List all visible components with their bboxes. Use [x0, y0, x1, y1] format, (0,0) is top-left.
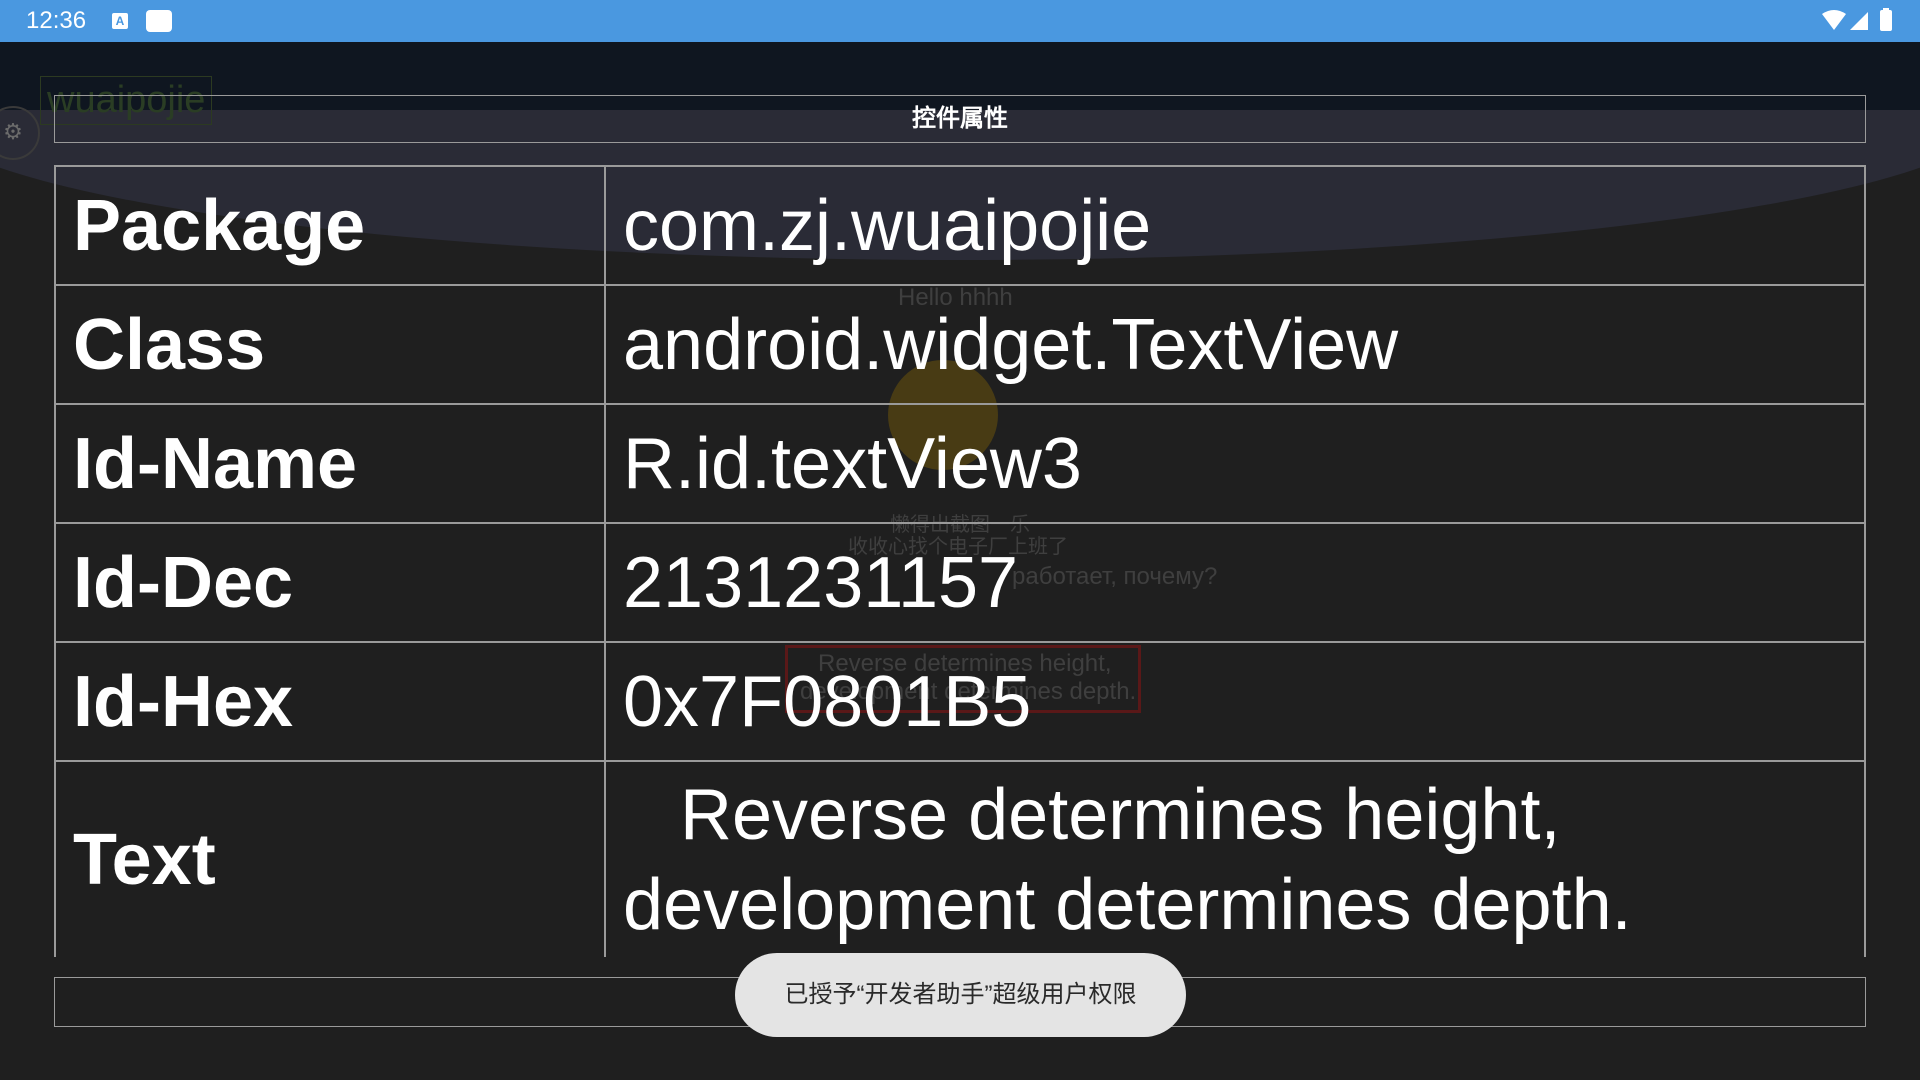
square-icon — [146, 10, 172, 32]
property-value: 2131231157 — [604, 522, 1866, 643]
property-value: com.zj.wuaipojie — [604, 165, 1866, 286]
table-row: Id-Hex 0x7F0801B5 — [54, 641, 1866, 762]
system-icons — [1820, 8, 1898, 34]
property-value: 0x7F0801B5 — [604, 641, 1866, 762]
a-box-icon: A — [112, 13, 128, 29]
signal-icon — [1850, 12, 1868, 30]
property-value-line: development determines depth. — [623, 864, 1632, 945]
wifi-icon — [1822, 10, 1846, 30]
property-value-line: Reverse determines height, — [680, 774, 1561, 855]
dialog-title: 控件属性 — [54, 95, 1866, 143]
table-row: Class android.widget.TextView — [54, 284, 1866, 405]
status-bar: 12:36 A — [0, 0, 1920, 42]
property-key: Text — [54, 760, 606, 957]
property-value: android.widget.TextView — [604, 284, 1866, 405]
battery-icon — [1880, 8, 1892, 31]
property-key: Id-Dec — [54, 522, 606, 643]
status-time: 12:36 — [26, 7, 87, 34]
table-row: Package com.zj.wuaipojie — [54, 165, 1866, 286]
property-value: Reverse determines height, development d… — [604, 760, 1866, 957]
property-value: R.id.textView3 — [604, 403, 1866, 524]
toast-message: 已授予“开发者助手”超级用户权限 — [735, 953, 1186, 1037]
property-key: Class — [54, 284, 606, 405]
table-row: Text Reverse determines height, developm… — [54, 760, 1866, 957]
property-key: Id-Hex — [54, 641, 606, 762]
property-key: Id-Name — [54, 403, 606, 524]
property-key: Package — [54, 165, 606, 286]
properties-table: Package com.zj.wuaipojie Class android.w… — [54, 165, 1866, 957]
table-row: Id-Name R.id.textView3 — [54, 403, 1866, 524]
table-row: Id-Dec 2131231157 — [54, 522, 1866, 643]
